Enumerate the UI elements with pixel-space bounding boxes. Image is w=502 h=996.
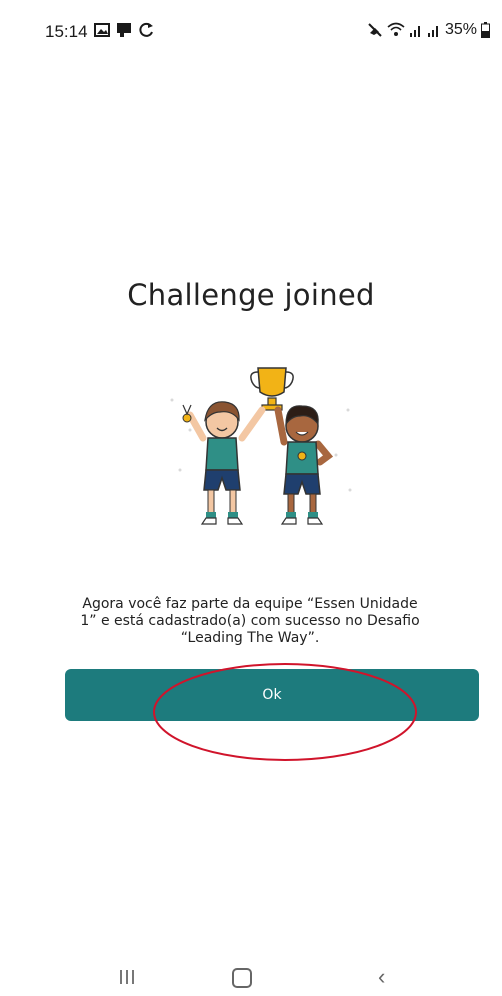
status-right-icons: 35% bbox=[367, 21, 490, 39]
wifi-icon bbox=[387, 22, 405, 36]
dialog-title: Challenge joined bbox=[127, 278, 375, 312]
trophy-icon bbox=[250, 367, 294, 411]
celebration-illustration bbox=[170, 367, 352, 525]
status-time: 15:14 bbox=[45, 22, 88, 41]
signal-icon-2 bbox=[427, 26, 438, 37]
notification-icon bbox=[117, 23, 131, 37]
status-bar: 15:14 35% bbox=[0, 0, 502, 60]
success-message: Agora você faz parte da equipe “Essen Un… bbox=[80, 596, 420, 646]
sync-icon bbox=[139, 22, 153, 37]
signal-icon bbox=[409, 26, 420, 37]
left-boy bbox=[182, 401, 266, 525]
nav-bar: ‹ bbox=[0, 960, 502, 996]
mute-icon bbox=[368, 23, 382, 37]
recents-icon[interactable] bbox=[120, 970, 134, 984]
battery-icon bbox=[481, 22, 490, 38]
gallery-icon bbox=[94, 23, 110, 37]
battery-percent: 35% bbox=[444, 21, 477, 38]
home-icon[interactable] bbox=[232, 968, 252, 988]
ok-button[interactable]: Ok bbox=[65, 669, 479, 721]
back-icon[interactable]: ‹ bbox=[378, 964, 385, 990]
status-left-icons bbox=[94, 22, 154, 38]
right-boy bbox=[274, 405, 334, 525]
